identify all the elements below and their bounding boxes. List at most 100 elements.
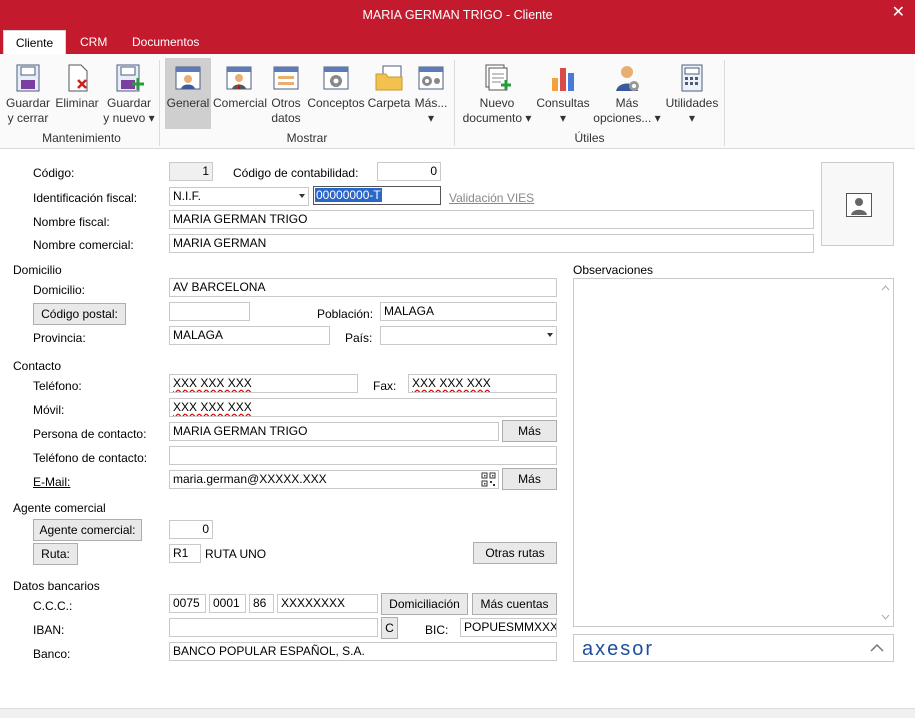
nombre-comercial-field[interactable]: MARIA GERMAN [169, 234, 814, 253]
codigo-postal-button[interactable]: Código postal: [33, 303, 126, 325]
otros-datos-button[interactable]: Otros datos [267, 58, 305, 126]
chevron-up-icon[interactable] [869, 641, 885, 656]
mas-persona-button[interactable]: Más [502, 420, 557, 442]
photo-box[interactable] [821, 162, 894, 246]
idfiscal-field[interactable]: 00000000-T [313, 186, 441, 205]
codigo-label: Código: [33, 166, 75, 180]
qr-code-icon[interactable] [481, 472, 496, 487]
fax-label: Fax: [373, 379, 397, 393]
otras-rutas-button[interactable]: Otras rutas [473, 542, 557, 564]
ccc-cuenta-field[interactable]: XXXXXXXX [277, 594, 378, 613]
email-field[interactable]: maria.german@XXXXX.XXX [169, 470, 499, 489]
contacto-section-title: Contacto [13, 359, 62, 373]
poblacion-field[interactable]: MALAGA [380, 302, 557, 321]
codigo-contabilidad-field[interactable]: 0 [377, 162, 441, 181]
banco-field[interactable]: BANCO POPULAR ESPAÑOL, S.A. [169, 642, 557, 661]
concepts-gear-icon [320, 62, 352, 94]
domicilio-label: Domicilio: [33, 283, 86, 297]
ruta-button[interactable]: Ruta: [33, 543, 78, 565]
fax-field[interactable]: XXX XXX XXX [408, 374, 557, 393]
telefono-contacto-label: Teléfono de contacto: [33, 451, 148, 465]
tab-documentos[interactable]: Documentos [120, 30, 211, 54]
pais-label: País: [345, 331, 373, 345]
consultas-button[interactable]: Consultas ▾ [536, 58, 590, 126]
persona-contacto-field[interactable]: MARIA GERMAN TRIGO [169, 422, 499, 441]
general-button[interactable]: General [165, 58, 211, 129]
pais-select[interactable] [380, 326, 557, 345]
observaciones-label: Observaciones [573, 263, 654, 277]
observaciones-scrollbar[interactable] [878, 279, 893, 626]
ribbon-label: Conceptos [307, 96, 365, 110]
comercial-icon [223, 62, 255, 94]
ccc-dc-field[interactable]: 86 [249, 594, 274, 613]
ribbon-label: documento ▾ [462, 111, 532, 125]
general-card-icon [172, 62, 204, 94]
validacion-vies-link[interactable]: Validación VIES [449, 191, 534, 205]
tab-crm[interactable]: CRM [68, 30, 119, 54]
conceptos-button[interactable]: Conceptos [307, 58, 365, 111]
ribbon-label: Carpeta [367, 96, 411, 110]
ribbon-label: General [166, 96, 210, 110]
movil-value: XXX XXX XXX [173, 400, 252, 414]
eliminar-button[interactable]: Eliminar [54, 58, 100, 111]
carpeta-button[interactable]: Carpeta [367, 58, 411, 111]
group-utiles: Útiles [574, 131, 605, 145]
utilidades-button[interactable]: Utilidades ▾ [664, 58, 720, 126]
ribbon-label: Eliminar [55, 96, 99, 110]
agente-comercial-field[interactable]: 0 [169, 520, 213, 539]
agente-comercial-button[interactable]: Agente comercial: [33, 519, 142, 541]
telefono-contacto-field[interactable] [169, 446, 557, 465]
identificacion-fiscal-label: Identificación fiscal: [33, 191, 138, 205]
movil-field[interactable]: XXX XXX XXX [169, 398, 557, 417]
close-icon[interactable]: ✕ [892, 4, 905, 22]
ribbon-label: opciones... ▾ [593, 111, 661, 125]
ccc-oficina-field[interactable]: 0001 [209, 594, 246, 613]
telefono-label: Teléfono: [33, 379, 82, 393]
domicilio-field[interactable]: AV BARCELONA [169, 278, 557, 297]
group-mantenimiento: Mantenimiento [42, 131, 121, 145]
more-options-user-icon [611, 62, 643, 94]
idfiscal-type-select[interactable]: N.I.F. [169, 187, 309, 206]
iban-label: IBAN: [33, 623, 65, 637]
nuevo-documento-button[interactable]: Nuevo documento ▾ [460, 58, 534, 126]
iban-calc-button[interactable]: C [381, 617, 398, 639]
mas-opciones-button[interactable]: Más opciones... ▾ [592, 58, 662, 126]
telefono-field[interactable]: XXX XXX XXX [169, 374, 358, 393]
axesor-panel[interactable]: axesor [573, 634, 894, 662]
codigo-field[interactable]: 1 [169, 162, 213, 181]
other-data-icon [270, 62, 302, 94]
bic-field[interactable]: POPUESMMXXX [460, 618, 557, 637]
ribbon-label: Guardar [106, 96, 152, 110]
banco-label: Banco: [33, 647, 71, 661]
telefono-value: XXX XXX XXX [173, 376, 252, 390]
email-label[interactable]: E-Mail: [33, 475, 70, 489]
tab-bar: Cliente CRM Documentos [0, 30, 915, 54]
bic-label: BIC: [425, 623, 449, 637]
mas-email-button[interactable]: Más [502, 468, 557, 490]
ribbon-label: ▾ [559, 111, 567, 125]
tab-cliente[interactable]: Cliente [3, 30, 66, 54]
persona-contacto-label: Persona de contacto: [33, 427, 147, 441]
ccc-entidad-field[interactable]: 0075 [169, 594, 206, 613]
guardar-nuevo-button[interactable]: Guardar y nuevo ▾ [102, 58, 156, 126]
ribbon-label: y cerrar [7, 111, 49, 125]
provincia-field[interactable]: MALAGA [169, 326, 330, 345]
guardar-cerrar-button[interactable]: Guardar y cerrar [4, 58, 52, 126]
codigo-postal-field[interactable] [169, 302, 250, 321]
domiciliacion-button[interactable]: Domiciliación [381, 593, 468, 615]
observaciones-textarea[interactable] [573, 278, 894, 627]
provincia-label: Provincia: [33, 331, 86, 345]
avatar-icon [846, 193, 872, 217]
iban-field[interactable] [169, 618, 378, 637]
save-new-icon [113, 62, 145, 94]
ruta-code-field[interactable]: R1 [169, 544, 201, 563]
chevron-down-icon [299, 194, 305, 198]
mas-mostrar-button[interactable]: Más... ▾ [413, 58, 449, 126]
comercial-button[interactable]: Comercial [213, 58, 267, 111]
ribbon-label: ▾ [427, 111, 435, 125]
mas-cuentas-button[interactable]: Más cuentas [472, 593, 557, 615]
nombre-fiscal-field[interactable]: MARIA GERMAN TRIGO [169, 210, 814, 229]
poblacion-label: Población: [317, 307, 374, 321]
email-value: maria.german@XXXXX.XXX [173, 472, 327, 486]
idfiscal-type-value: N.I.F. [173, 189, 202, 203]
